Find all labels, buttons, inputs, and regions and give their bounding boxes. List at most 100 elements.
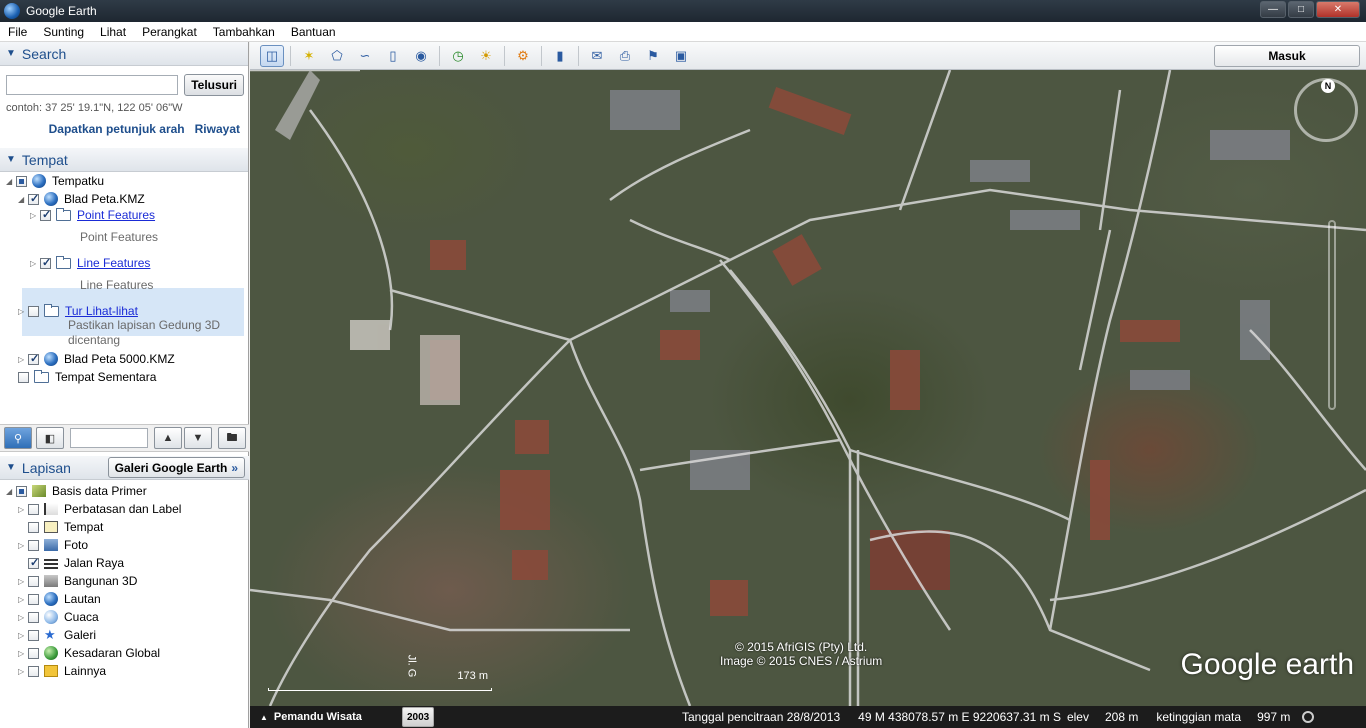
search-places-button[interactable]: ⚲ bbox=[4, 427, 32, 449]
layer-more[interactable]: ▷ Lainnya bbox=[18, 662, 106, 680]
menu-help[interactable]: Bantuan bbox=[291, 25, 336, 39]
expander-icon[interactable]: ▷ bbox=[18, 577, 28, 586]
checkbox[interactable] bbox=[28, 629, 39, 641]
checkbox[interactable] bbox=[18, 371, 29, 383]
expander-icon[interactable]: ▷ bbox=[18, 505, 28, 514]
tree-item-label[interactable]: Point Features bbox=[77, 208, 155, 222]
tree-item-label[interactable]: Line Features bbox=[77, 256, 150, 270]
directions-link[interactable]: Dapatkan petunjuk arah bbox=[49, 122, 185, 136]
checkbox[interactable] bbox=[28, 611, 39, 623]
checkbox[interactable] bbox=[28, 556, 39, 569]
menu-tools[interactable]: Perangkat bbox=[142, 25, 197, 39]
tree-item-point-features[interactable]: ▷ Point Features bbox=[30, 206, 155, 224]
historical-imagery-button[interactable]: ◷ bbox=[446, 45, 470, 67]
layers-header-label: Lapisan bbox=[21, 459, 71, 476]
checkbox[interactable] bbox=[28, 503, 39, 515]
close-button[interactable]: ✕ bbox=[1316, 1, 1360, 18]
expander-icon[interactable]: ◢ bbox=[6, 177, 16, 186]
checkbox[interactable] bbox=[28, 665, 39, 677]
places-panel-header[interactable]: ▼ Tempat bbox=[0, 148, 248, 172]
layer-label: Lautan bbox=[64, 592, 101, 606]
history-link[interactable]: Riwayat bbox=[195, 122, 240, 136]
expander-icon[interactable]: ◢ bbox=[18, 195, 28, 204]
places-filter-input[interactable] bbox=[70, 428, 148, 448]
map-view[interactable]: N Jl. G 173 m © 2015 AfriGIS (Pty) Ltd. … bbox=[250, 70, 1366, 706]
search-input[interactable] bbox=[6, 75, 179, 95]
menu-add[interactable]: Tambahkan bbox=[213, 25, 275, 39]
ruler-button[interactable]: ▮ bbox=[548, 45, 572, 67]
expander-icon[interactable]: ▷ bbox=[18, 595, 28, 604]
maximize-button[interactable]: □ bbox=[1288, 1, 1314, 18]
checkbox[interactable] bbox=[40, 208, 51, 221]
menu-edit[interactable]: Sunting bbox=[43, 25, 84, 39]
expander-icon[interactable]: ▷ bbox=[18, 613, 28, 622]
tree-item-label[interactable]: Tur Lihat-lihat bbox=[65, 304, 138, 318]
menu-file[interactable]: File bbox=[8, 25, 27, 39]
checkbox[interactable] bbox=[28, 647, 39, 659]
layer-ocean[interactable]: ▷ Lautan bbox=[18, 590, 101, 608]
checkbox[interactable] bbox=[16, 485, 27, 497]
layer-global-awareness[interactable]: ▷ Kesadaran Global bbox=[18, 644, 160, 662]
add-placemark-button[interactable]: ✶ bbox=[297, 45, 321, 67]
layer-gallery[interactable]: ▷ ★ Galeri bbox=[18, 626, 96, 644]
earth-gallery-button[interactable]: Galeri Google Earth » bbox=[107, 457, 245, 478]
record-tour-button[interactable]: ◉ bbox=[409, 45, 433, 67]
tree-item-blad-peta-5000[interactable]: ▷ Blad Peta 5000.KMZ bbox=[18, 350, 175, 368]
expander-icon[interactable]: ▷ bbox=[18, 667, 28, 676]
expander-icon[interactable]: ▷ bbox=[30, 259, 40, 268]
tree-item-line-features[interactable]: ▷ Line Features bbox=[30, 254, 150, 272]
expander-icon[interactable]: ▷ bbox=[18, 631, 28, 640]
expander-icon[interactable]: ▷ bbox=[30, 211, 40, 220]
expander-icon[interactable]: ◢ bbox=[6, 487, 16, 496]
menu-view[interactable]: Lihat bbox=[100, 25, 126, 39]
tree-item-my-places[interactable]: ◢ Tempatku bbox=[6, 172, 104, 190]
layer-photos[interactable]: ▷ Foto bbox=[18, 536, 88, 554]
checkbox[interactable] bbox=[16, 175, 27, 187]
layer-borders-labels[interactable]: ▷ Perbatasan dan Label bbox=[18, 500, 181, 518]
collapse-triangle-icon[interactable]: ▼ bbox=[6, 462, 16, 473]
collapse-triangle-icon[interactable]: ▼ bbox=[6, 154, 16, 165]
layer-primary-database[interactable]: ◢ Basis data Primer bbox=[6, 482, 147, 500]
layer-weather[interactable]: ▷ Cuaca bbox=[18, 608, 99, 626]
add-overlay-button[interactable]: ▯ bbox=[381, 45, 405, 67]
layer-roads[interactable]: Jalan Raya bbox=[28, 554, 124, 572]
checkbox[interactable] bbox=[28, 521, 39, 533]
imagery-year-badge[interactable]: 2003 bbox=[402, 707, 435, 727]
checkbox[interactable] bbox=[40, 256, 51, 269]
add-polygon-button[interactable]: ⬠ bbox=[325, 45, 349, 67]
move-down-button[interactable]: ▼ bbox=[184, 427, 212, 449]
compass-control[interactable]: N bbox=[1294, 78, 1358, 142]
print-button[interactable]: ⎙ bbox=[613, 45, 637, 67]
tour-guide-button[interactable]: ▲ Pemandu Wisata bbox=[250, 706, 372, 728]
email-button[interactable]: ✉ bbox=[585, 45, 609, 67]
layer-3d-buildings[interactable]: ▷ Bangunan 3D bbox=[18, 572, 137, 590]
expander-icon[interactable]: ▷ bbox=[18, 649, 28, 658]
expander-icon[interactable]: ▷ bbox=[18, 355, 28, 364]
search-button[interactable]: Telusuri bbox=[184, 74, 244, 96]
checkbox[interactable] bbox=[28, 539, 39, 551]
move-up-button[interactable]: ▲ bbox=[154, 427, 182, 449]
checkbox[interactable] bbox=[28, 575, 39, 587]
layers-panel-header[interactable]: ▼ Lapisan Galeri Google Earth » bbox=[0, 456, 249, 480]
search-panel-header[interactable]: ▼ Search bbox=[0, 42, 248, 66]
minimize-button[interactable]: — bbox=[1260, 1, 1286, 18]
sign-in-button[interactable]: Masuk bbox=[1214, 45, 1360, 67]
view-in-maps-button[interactable]: ⚑ bbox=[641, 45, 665, 67]
toggle-sidebar-button[interactable]: ◫ bbox=[260, 44, 284, 67]
toggle-view-button[interactable]: ◧ bbox=[36, 427, 64, 449]
folder-menu-button[interactable]: 🖿 bbox=[218, 427, 246, 449]
expander-icon[interactable]: ▷ bbox=[18, 541, 28, 550]
save-image-button[interactable]: ▣ bbox=[669, 45, 693, 67]
checkbox[interactable] bbox=[28, 352, 39, 365]
collapse-triangle-icon[interactable]: ▼ bbox=[6, 48, 16, 59]
checkbox[interactable] bbox=[28, 305, 39, 317]
zoom-slider[interactable] bbox=[1328, 220, 1336, 410]
layer-places[interactable]: Tempat bbox=[28, 518, 103, 536]
sunlight-button[interactable]: ☀ bbox=[474, 45, 498, 67]
add-path-button[interactable]: ∽ bbox=[353, 45, 377, 67]
checkbox[interactable] bbox=[28, 593, 39, 605]
tree-item-temporary-places[interactable]: Tempat Sementara bbox=[18, 368, 156, 386]
checkbox[interactable] bbox=[28, 192, 39, 205]
expander-icon[interactable]: ▷ bbox=[18, 307, 28, 316]
switch-planet-button[interactable]: ⚙ bbox=[511, 45, 535, 67]
